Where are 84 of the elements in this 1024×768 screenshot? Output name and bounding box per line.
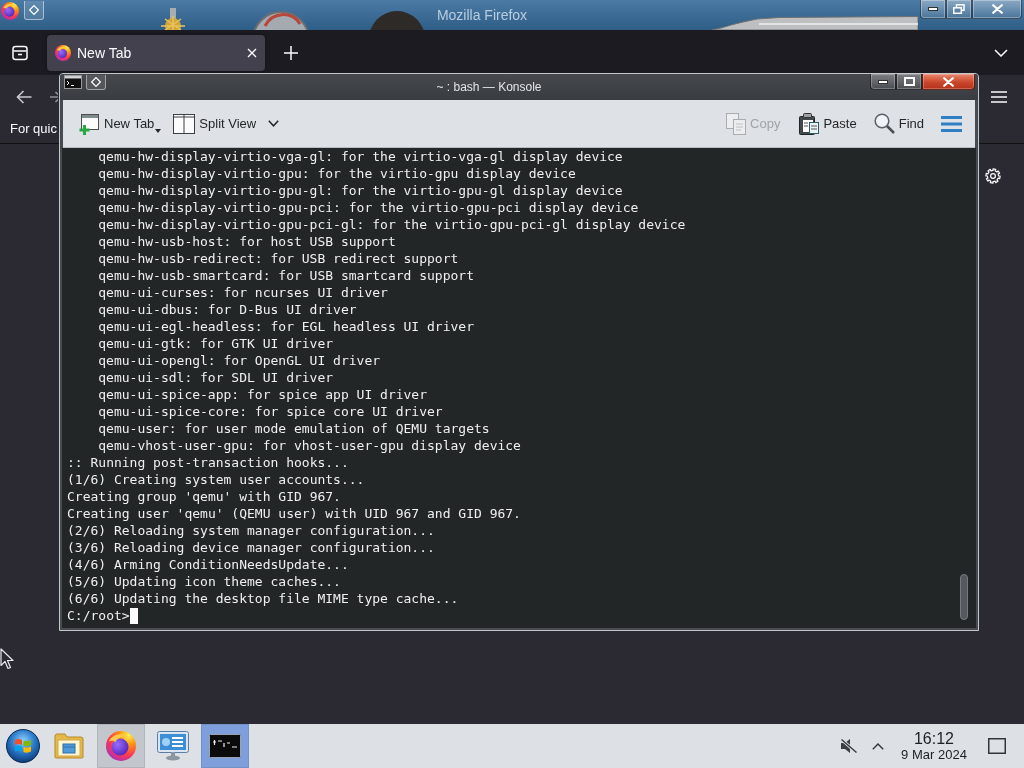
split-view-button[interactable]: Split View: [171, 107, 282, 140]
clipboard-icon: [797, 112, 820, 135]
terminal-button[interactable]: [201, 724, 249, 768]
terminal-line: qemu-ui-egl-headless: for EGL headless UI driver: [98, 318, 474, 335]
split-panes-icon: [173, 113, 196, 134]
find-button[interactable]: Find: [871, 107, 926, 140]
restore-icon: [953, 4, 965, 14]
search-icon: [873, 113, 895, 134]
prompt-text: C:/root>: [67, 607, 130, 624]
terminal-line: qemu-hw-display-virtio-gpu: for the virtio-gpu display device: [98, 165, 576, 182]
terminal-line: qemu-ui-opengl: for OpenGL UI driver: [98, 352, 381, 369]
terminal-line: (1/6) Creating system user accounts...: [67, 471, 365, 488]
terminal-line: Creating group 'qemu' with GID 967.: [67, 488, 341, 505]
diamond-icon: [91, 77, 101, 87]
browser-button[interactable]: [97, 724, 145, 768]
square-icon: [988, 738, 1006, 754]
close-button[interactable]: [972, 0, 1022, 19]
close-icon: [247, 47, 257, 58]
terminal-line: qemu-user: for user mode emulation of QEMU targets: [98, 420, 490, 437]
terminal-line: qemu-hw-display-virtio-vga-gl: for the virtio-vga-gl display device: [98, 148, 623, 165]
start-orb-icon: [5, 729, 40, 763]
terminal-line: (6/6) Updating the desktop file MIME type cache...: [67, 590, 459, 607]
settings-icon: [985, 168, 1001, 184]
diamond-icon: [29, 5, 39, 15]
text-cursor: [129, 607, 138, 624]
terminal-line: qemu-ui-spice-app: for spice app UI driver: [98, 386, 428, 403]
minimize-icon: [928, 7, 938, 11]
pin-button[interactable]: [24, 1, 44, 20]
maximize-button[interactable]: [896, 74, 922, 90]
clock-date: 9 Mar 2024: [901, 747, 967, 762]
paste-button[interactable]: Paste: [795, 107, 859, 140]
terminal-line: qemu-ui-dbus: for D-Bus UI driver: [98, 301, 357, 318]
minimize-icon: [878, 79, 888, 84]
terminal-line: Creating user 'qemu' (QEMU user) with UID 967 and GID 967.: [67, 505, 521, 522]
pin-button[interactable]: [86, 75, 106, 90]
terminal-line: qemu-hw-usb-redirect: for USB redirect support: [98, 250, 459, 267]
browser-logo-icon: [55, 44, 71, 61]
terminal-line: qemu-ui-spice-core: for spice core UI driver: [98, 403, 443, 420]
bookmarks-hint-text: For quic: [10, 121, 57, 137]
terminal-icon: [64, 75, 82, 89]
menu-icon: [991, 90, 1007, 103]
terminal-icon: [209, 734, 241, 758]
new-tab-icon: [78, 112, 100, 135]
terminal-line: (3/6) Reloading device manager configuration...: [67, 539, 435, 556]
terminal-line: qemu-ui-sdl: for SDL UI driver: [98, 369, 334, 386]
terminal-line: qemu-ui-gtk: for GTK UI driver: [98, 335, 334, 352]
terminal-line: qemu-hw-usb-host: for host USB support: [98, 233, 396, 250]
browser-tab[interactable]: New Tab: [47, 34, 265, 71]
chevron-down-icon: [268, 120, 280, 127]
chevron-up-icon: [872, 742, 884, 750]
maximize-icon: [903, 77, 915, 86]
minimize-button[interactable]: [870, 74, 896, 90]
terminal-line: qemu-ui-curses: for ncurses UI driver: [98, 284, 388, 301]
terminal-line: (2/6) Reloading system manager configuration...: [67, 522, 435, 539]
close-button[interactable]: [922, 74, 975, 90]
terminal-line: qemu-hw-display-virtio-gpu-gl: for the virtio-gpu-gl display device: [98, 182, 623, 199]
terminal-line: qemu-hw-display-virtio-gpu-pci: for the virtio-gpu-pci display device: [98, 199, 639, 216]
scrollbar-thumb[interactable]: [960, 574, 968, 620]
terminal-line: qemu-hw-display-virtio-gpu-pci-gl: for the virtio-gpu-pci-gl display device: [98, 216, 686, 233]
plus-icon: [284, 45, 298, 60]
restore-button[interactable]: [946, 0, 972, 19]
close-icon: [991, 4, 1003, 14]
arrow-left-icon: [16, 89, 32, 104]
caret-icon: [155, 128, 162, 133]
terminal-line: (4/6) Arming ConditionNeedsUpdate...: [67, 556, 349, 573]
terminal-line: :: Running post-transaction hooks...: [67, 454, 349, 471]
arrow-right-icon: [50, 90, 58, 103]
menu-icon: [941, 115, 962, 132]
browser-logo-icon: [106, 731, 136, 761]
clock-time: 16:12: [913, 730, 954, 747]
copy-icon: [726, 112, 747, 135]
terminal-line: qemu-hw-usb-smartcard: for USB smartcard support: [98, 267, 474, 284]
window-title: ~ : bash — Konsole: [436, 79, 542, 96]
close-icon: [943, 76, 954, 87]
new-tab-button[interactable]: New Tab: [76, 107, 164, 140]
terminal-line: (5/6) Updating icon theme caches...: [67, 573, 341, 590]
chevron-down-icon: [994, 48, 1008, 57]
browser-logo-icon: [1, 1, 19, 20]
window-title: Mozilla Firefox: [436, 6, 528, 25]
terminal-line: qemu-vhost-user-gpu: for vhost-user-gpu display device: [98, 437, 521, 454]
minimize-button[interactable]: [920, 0, 946, 19]
archive-box-icon: [12, 44, 28, 61]
monitor-icon: [157, 731, 189, 761]
folder-icon: [54, 733, 84, 759]
